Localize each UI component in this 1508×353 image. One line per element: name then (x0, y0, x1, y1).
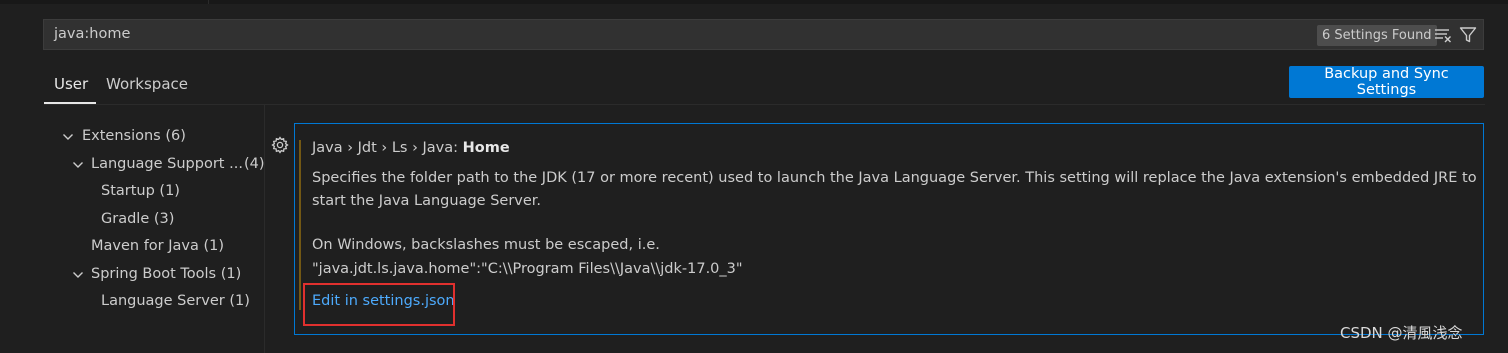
toc-item-language-server[interactable]: Language Server (1) (101, 290, 250, 312)
modified-indicator (299, 140, 301, 310)
toc-item-extensions[interactable]: Extensions (6) (82, 125, 186, 147)
chevron-down-icon[interactable] (72, 269, 84, 281)
chevron-down-icon[interactable] (72, 159, 84, 171)
tabs-divider (44, 104, 1485, 105)
setting-name: Home (462, 140, 510, 156)
toc-item-gradle[interactable]: Gradle (3) (101, 208, 174, 230)
settings-search-input[interactable]: java:home 6 Settings Found (43, 19, 1484, 50)
search-query[interactable]: java:home (54, 26, 130, 42)
backup-and-sync-button[interactable]: Backup and Sync Settings (1289, 66, 1484, 98)
editor-tab-strip (0, 0, 1508, 4)
setting-description-line2: start the Java Language Server. (312, 193, 542, 209)
toc-item-spring-boot-tools[interactable]: Spring Boot Tools (1) (91, 263, 241, 285)
toc-divider (264, 105, 265, 353)
setting-windows-note: On Windows, backslashes must be escaped,… (312, 237, 660, 253)
toc-item-startup[interactable]: Startup (1) (101, 180, 180, 202)
filter-icon[interactable] (1459, 26, 1477, 44)
setting-description-line1: Specifies the folder path to the JDK (17… (312, 170, 1477, 186)
setting-breadcrumb: Java › Jdt › Ls › Java: (312, 140, 463, 156)
toc-item-language-support[interactable]: Language Support ... (91, 153, 243, 175)
tab-workspace[interactable]: Workspace (106, 75, 188, 93)
toc-item-language-support-count: (4) (244, 156, 265, 172)
setting-title: Java › Jdt › Ls › Java: Home (312, 140, 510, 156)
watermark: CSDN @清風浅念 (1340, 324, 1463, 342)
tab-user[interactable]: User (54, 75, 88, 93)
chevron-down-icon[interactable] (62, 131, 74, 143)
highlight-box (303, 283, 455, 326)
clear-filter-icon[interactable] (1434, 27, 1452, 43)
results-count-badge: 6 Settings Found (1317, 25, 1437, 46)
setting-example: "java.jdt.ls.java.home":"C:\\Program Fil… (312, 261, 743, 277)
toc-item-maven[interactable]: Maven for Java (1) (91, 235, 224, 257)
gear-icon[interactable] (271, 136, 289, 154)
